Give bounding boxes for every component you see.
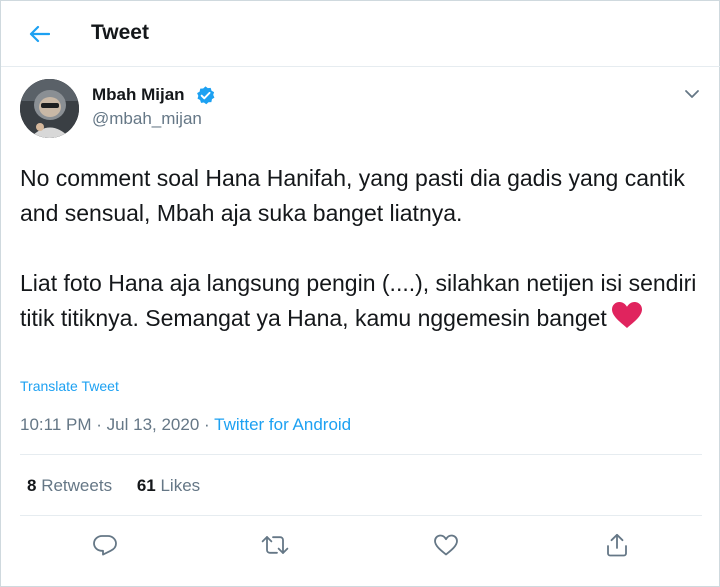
page-header: Tweet	[1, 1, 720, 67]
retweet-button[interactable]	[258, 529, 292, 561]
likes-count: 61	[136, 476, 156, 495]
avatar-image	[20, 79, 79, 138]
page-title: Tweet	[91, 21, 149, 44]
author-handle[interactable]: @mbah_mijan	[92, 109, 202, 129]
retweets-count: 8	[27, 476, 37, 495]
tweet-meta: 10:11 PM · Jul 13, 2020 · Twitter for An…	[20, 415, 351, 435]
likes-stat[interactable]: 61 Likes	[137, 476, 200, 495]
divider	[20, 515, 702, 516]
avatar[interactable]	[20, 79, 79, 138]
retweets-stat[interactable]: 8 Retweets	[27, 476, 112, 495]
like-icon	[434, 534, 458, 556]
tweet-date[interactable]: Jul 13, 2020	[107, 415, 200, 434]
tweet-paragraph: Liat foto Hana aja langsung pengin (....…	[20, 266, 710, 336]
more-options-button[interactable]	[679, 83, 705, 105]
chevron-down-icon	[685, 90, 699, 98]
tweet-source-link[interactable]: Twitter for Android	[214, 415, 351, 434]
back-arrow-icon	[29, 25, 50, 43]
meta-separator: ·	[204, 415, 210, 434]
tweet-paragraph-text: Liat foto Hana aja langsung pengin (....…	[20, 270, 697, 331]
translate-tweet-link[interactable]: Translate Tweet	[20, 378, 119, 394]
share-button[interactable]	[600, 529, 634, 561]
tweet-text: No comment soal Hana Hanifah, yang pasti…	[20, 161, 710, 336]
retweets-label: Retweets	[41, 476, 113, 495]
tweet-time[interactable]: 10:11 PM	[20, 415, 92, 434]
reply-icon	[93, 535, 117, 556]
back-button[interactable]	[19, 14, 59, 54]
red-heart-icon	[611, 302, 642, 328]
meta-separator: ·	[96, 415, 102, 434]
likes-label: Likes	[160, 476, 201, 495]
like-button[interactable]	[429, 529, 463, 561]
tweet-stats: 8 Retweets 61 Likes	[27, 476, 220, 496]
tweet-page: Tweet Mbah Mijan @mbah_mijan No comment …	[0, 0, 720, 587]
reply-button[interactable]	[88, 529, 122, 561]
share-icon	[607, 533, 627, 557]
verified-badge-icon	[197, 86, 215, 105]
tweet-paragraph: No comment soal Hana Hanifah, yang pasti…	[20, 165, 685, 226]
retweet-icon	[261, 536, 289, 554]
author-name[interactable]: Mbah Mijan	[92, 85, 185, 105]
divider	[20, 454, 702, 455]
